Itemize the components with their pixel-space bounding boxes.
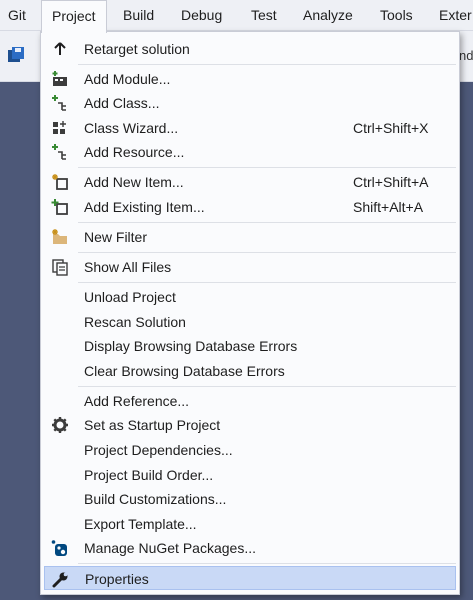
menu-bar: Git Project Build Debug Test Analyze Too… <box>0 0 473 33</box>
new-filter-folder-icon <box>52 229 67 244</box>
menu-item-label: Project Build Order... <box>84 467 214 483</box>
menu-item-shortcut: Ctrl+Shift+A <box>353 174 429 190</box>
menu-item-label: Rescan Solution <box>84 314 186 330</box>
menu-item-label: Build Customizations... <box>84 491 227 507</box>
menu-item-label: Add Class... <box>84 95 160 111</box>
menu-item-properties[interactable]: Properties <box>44 566 456 590</box>
menu-item-build-customizations[interactable]: Build Customizations... <box>44 487 456 511</box>
menu-item-label: Export Template... <box>84 516 197 532</box>
menu-item-rescan-solution[interactable]: Rescan Solution <box>44 310 456 334</box>
menu-item-label: Add Module... <box>84 71 171 87</box>
menu-separator <box>78 167 456 168</box>
menu-item-display-browsing-db-errors[interactable]: Display Browsing Database Errors <box>44 334 456 358</box>
menu-item-label: Class Wizard... <box>84 120 179 136</box>
menu-item-retarget-solution[interactable]: Retarget solution <box>44 37 456 61</box>
menu-item-unload-project[interactable]: Unload Project <box>44 285 456 309</box>
menu-item-add-resource[interactable]: Add Resource... <box>44 140 456 164</box>
menu-item-label: New Filter <box>84 229 148 245</box>
menu-tools[interactable]: Tools <box>380 0 413 31</box>
menu-separator <box>78 282 456 283</box>
menu-item-label: Display Browsing Database Errors <box>84 338 298 354</box>
show-all-files-icon <box>52 259 68 276</box>
menu-item-label: Add Existing Item... <box>84 199 205 215</box>
arrow-up-icon <box>54 42 66 55</box>
menu-analyze[interactable]: Analyze <box>303 0 353 31</box>
menu-item-label: Add New Item... <box>84 174 184 190</box>
menu-separator <box>78 222 456 223</box>
menu-item-label: Add Reference... <box>84 393 190 409</box>
menu-item-set-startup-project[interactable]: Set as Startup Project <box>44 413 456 437</box>
menu-item-add-module[interactable]: Add Module... <box>44 67 456 91</box>
menu-item-label: Set as Startup Project <box>84 417 221 433</box>
menu-item-add-class[interactable]: Add Class... <box>44 91 456 115</box>
add-class-icon <box>52 95 66 111</box>
wrench-icon <box>52 572 68 588</box>
menu-item-manage-nuget-packages[interactable]: Manage NuGet Packages... <box>44 536 456 560</box>
project-menu-dropdown: Retarget solution Add Module... Add Clas… <box>40 31 460 595</box>
menu-item-add-new-item[interactable]: Add New Item... Ctrl+Shift+A <box>44 170 456 194</box>
menu-item-shortcut: Shift+Alt+A <box>353 199 424 215</box>
menu-item-label: Unload Project <box>84 289 176 305</box>
menu-item-shortcut: Ctrl+Shift+X <box>353 120 429 136</box>
menu-debug[interactable]: Debug <box>181 0 222 31</box>
menu-item-class-wizard[interactable]: Class Wizard... Ctrl+Shift+X <box>44 116 456 140</box>
menu-item-export-template[interactable]: Export Template... <box>44 512 456 536</box>
add-module-icon <box>52 71 67 86</box>
class-wizard-icon <box>53 121 66 134</box>
menu-git[interactable]: Git <box>8 0 26 31</box>
menu-item-project-dependencies[interactable]: Project Dependencies... <box>44 438 456 462</box>
nuget-icon <box>51 540 67 556</box>
add-resource-icon <box>52 144 66 160</box>
menu-separator <box>78 64 456 65</box>
menu-item-show-all-files[interactable]: Show All Files <box>44 255 456 279</box>
menu-separator <box>78 252 456 253</box>
add-new-item-icon <box>52 174 68 190</box>
menu-item-label: Properties <box>85 571 149 587</box>
toolbar-partial-text: nd <box>459 48 473 63</box>
menu-item-label: Project Dependencies... <box>84 442 233 458</box>
gear-icon <box>52 417 68 433</box>
menu-item-add-reference[interactable]: Add Reference... <box>44 389 456 413</box>
menu-build[interactable]: Build <box>123 0 154 31</box>
menu-item-label: Manage NuGet Packages... <box>84 540 256 556</box>
save-all-icon[interactable] <box>7 46 25 64</box>
menu-item-label: Clear Browsing Database Errors <box>84 363 285 379</box>
menu-item-label: Add Resource... <box>84 144 185 160</box>
menu-item-project-build-order[interactable]: Project Build Order... <box>44 463 456 487</box>
menu-separator <box>78 563 456 564</box>
add-existing-item-icon <box>51 199 68 215</box>
menu-extensions[interactable]: Exter <box>439 0 472 31</box>
menu-item-label: Retarget solution <box>84 41 190 57</box>
menu-item-label: Show All Files <box>84 259 172 275</box>
menu-item-new-filter[interactable]: New Filter <box>44 225 456 249</box>
menu-test[interactable]: Test <box>251 0 277 31</box>
menu-item-clear-browsing-db-errors[interactable]: Clear Browsing Database Errors <box>44 359 456 383</box>
menu-item-add-existing-item[interactable]: Add Existing Item... Shift+Alt+A <box>44 195 456 219</box>
menu-separator <box>78 386 456 387</box>
menu-project[interactable]: Project <box>41 0 107 33</box>
